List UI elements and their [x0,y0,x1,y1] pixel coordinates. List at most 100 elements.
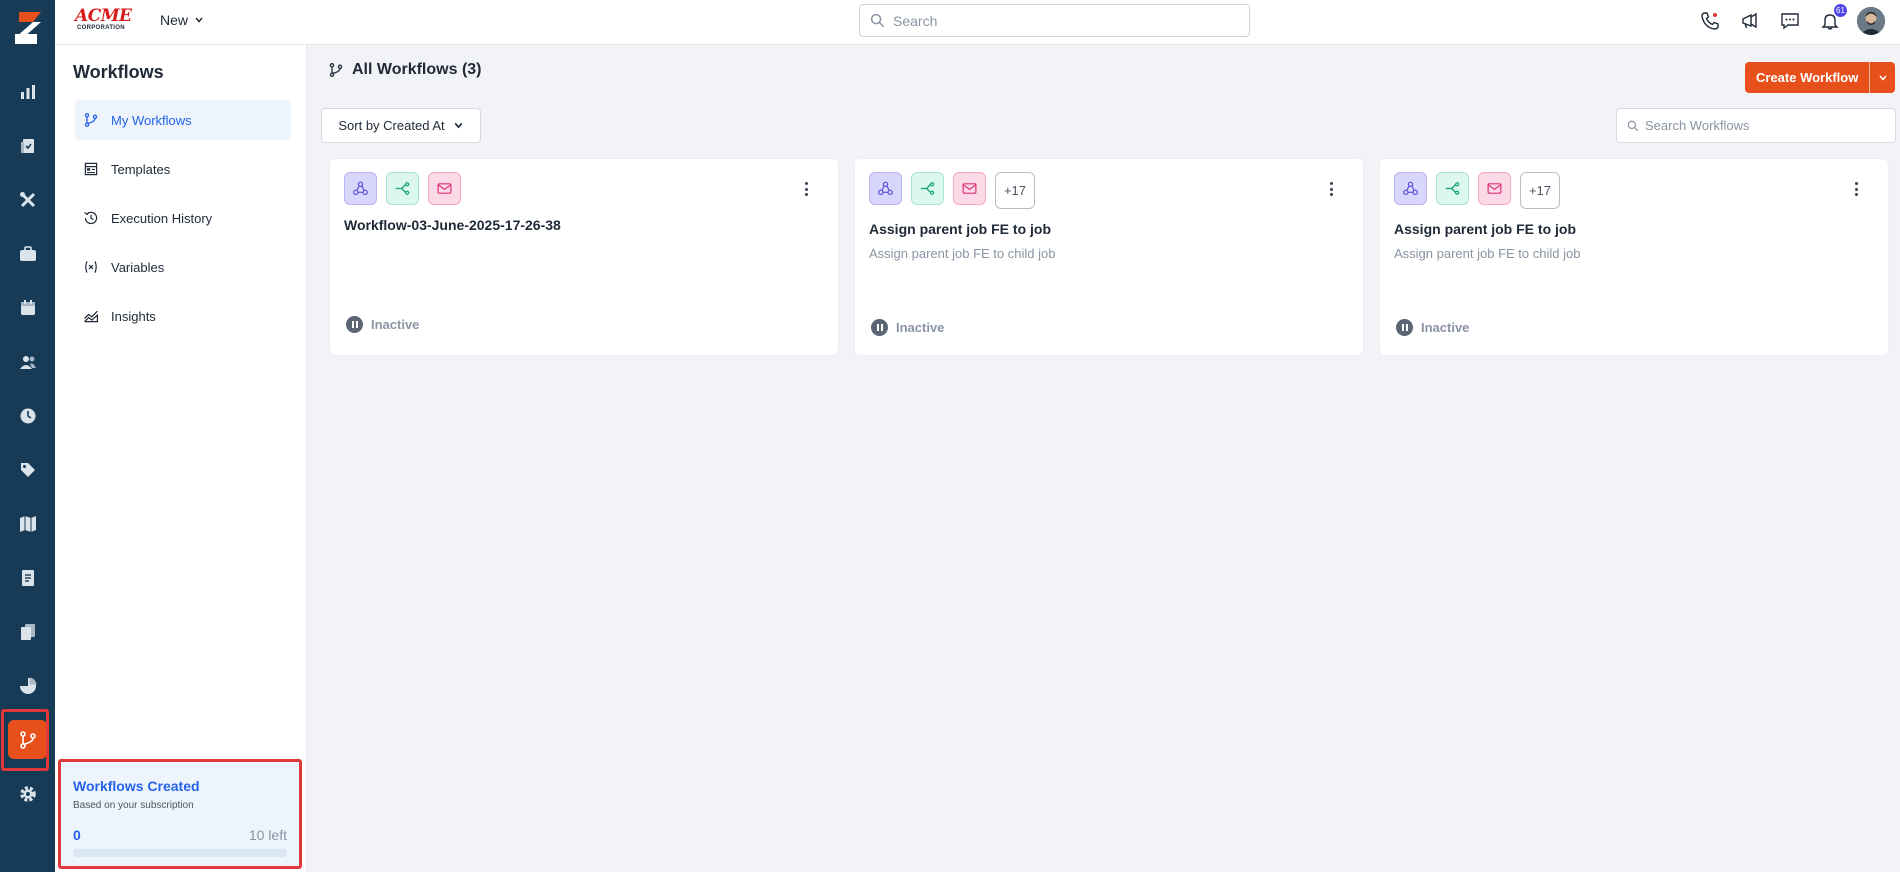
card-steps: +17 [869,172,1035,209]
main-content: All Workflows (3) Create Workflow Sort b… [307,45,1900,872]
sidebar-item-label: My Workflows [111,112,192,128]
header-actions: 61 [1697,4,1885,35]
sidebar-item-insights[interactable]: Insights [75,296,291,336]
rail-highlight-box [1,709,49,771]
app-rail [0,0,55,872]
settings-icon[interactable] [8,774,47,813]
brand-subtitle: CORPORATION [77,25,125,31]
quota-counts: 0 10 left [73,827,287,843]
status-badge: Inactive [871,319,944,336]
mail-icon [428,172,461,205]
global-search[interactable] [859,4,1250,37]
card-description: Assign parent job FE to child job [869,246,1056,261]
branch-icon [386,172,419,205]
documents-icon[interactable] [8,612,47,651]
more-steps-count: +17 [995,172,1035,209]
tag-icon[interactable] [8,450,47,489]
brand-logo[interactable]: ACME CORPORATION [75,6,139,34]
history-icon [84,211,98,225]
reports-icon[interactable] [8,666,47,705]
quota-used: 0 [73,827,81,843]
more-options-icon[interactable] [1850,181,1862,197]
status-text: Inactive [896,320,945,335]
workflow-quota-card: Workflows Created Based on your subscrip… [58,759,302,869]
branch-icon [1436,172,1469,205]
quota-progress-bar [73,849,287,857]
jobs-icon[interactable] [8,126,47,165]
map-icon[interactable] [8,504,47,543]
mail-icon [953,172,986,205]
new-button-label: New [160,12,189,28]
create-workflow-button[interactable]: Create Workflow [1745,62,1870,93]
sidebar-item-execution-history[interactable]: Execution History [75,198,291,238]
workflow-search-input[interactable] [1645,118,1885,133]
search-icon [870,13,885,28]
more-options-icon[interactable] [800,181,812,197]
receipt-icon[interactable] [8,558,47,597]
sidebar-item-my-workflows[interactable]: My Workflows [75,100,291,140]
card-title: Assign parent job FE to job [1394,221,1576,237]
webhook-icon [869,172,902,205]
more-steps-count: +17 [1520,172,1560,209]
workflow-card[interactable]: +17 Assign parent job FE to job Assign p… [854,158,1364,356]
template-icon [84,162,98,176]
calendar-icon[interactable] [8,288,47,327]
webhook-icon [1394,172,1427,205]
pause-icon [346,316,363,333]
global-search-input[interactable] [893,12,1213,29]
chat-icon[interactable] [1777,8,1803,34]
status-text: Inactive [371,317,420,332]
workflow-card[interactable]: +17 Assign parent job FE to job Assign p… [1379,158,1889,356]
chevron-down-icon [195,17,203,23]
clock-icon[interactable] [8,396,47,435]
quota-subtitle: Based on your subscription [73,800,194,811]
workflow-icon [329,62,343,78]
status-badge: Inactive [1396,319,1469,336]
workflow-search[interactable] [1616,108,1896,143]
workflow-icon [84,112,98,128]
new-button[interactable]: New [160,12,204,28]
chevron-down-icon [1879,75,1887,81]
notification-badge: 61 [1834,4,1847,17]
sort-dropdown[interactable]: Sort by Created At [321,108,481,143]
pause-icon [871,319,888,336]
card-steps: +17 [1394,172,1560,209]
search-icon [1627,120,1639,131]
sidebar-item-label: Variables [111,259,165,275]
quota-remaining: 10 left [248,827,287,843]
workflow-card[interactable]: Workflow-03-June-2025-17-26-38 Inactive [329,158,839,356]
workflows-sidebar: Workflows My Workflows Templates Executi… [55,45,307,872]
quota-title: Workflows Created [73,778,200,794]
status-badge: Inactive [346,316,419,333]
page-title: All Workflows (3) [328,61,482,79]
webhook-icon [344,172,377,205]
app-logo-icon[interactable] [0,0,55,55]
sort-label: Sort by Created At [338,118,445,133]
briefcase-icon[interactable] [8,234,47,273]
more-options-icon[interactable] [1325,181,1337,197]
sidebar-item-templates[interactable]: Templates [75,149,291,189]
create-workflow-dropdown[interactable] [1869,62,1896,93]
sidebar-item-label: Templates [111,161,171,177]
avatar[interactable] [1857,7,1885,35]
brand-name: ACME [75,6,132,26]
sidebar-title: Workflows [73,62,164,82]
megaphone-icon[interactable] [1737,8,1763,34]
mail-icon [1478,172,1511,205]
card-title: Workflow-03-June-2025-17-26-38 [344,217,561,233]
bell-icon[interactable]: 61 [1817,4,1847,34]
card-description: Assign parent job FE to child job [1394,246,1581,261]
sidebar-item-label: Insights [111,308,156,324]
branch-icon [911,172,944,205]
phone-icon[interactable] [1697,8,1723,34]
sidebar-item-label: Execution History [111,210,213,226]
create-workflow-split-button: Create Workflow [1745,62,1896,93]
pause-icon [1396,319,1413,336]
users-icon[interactable] [8,342,47,381]
variables-icon [85,261,97,273]
page-title-text: All Workflows (3) [352,61,482,78]
card-steps [344,172,461,205]
dashboard-icon[interactable] [8,72,47,111]
tools-icon[interactable] [8,180,47,219]
sidebar-item-variables[interactable]: Variables [75,247,291,287]
